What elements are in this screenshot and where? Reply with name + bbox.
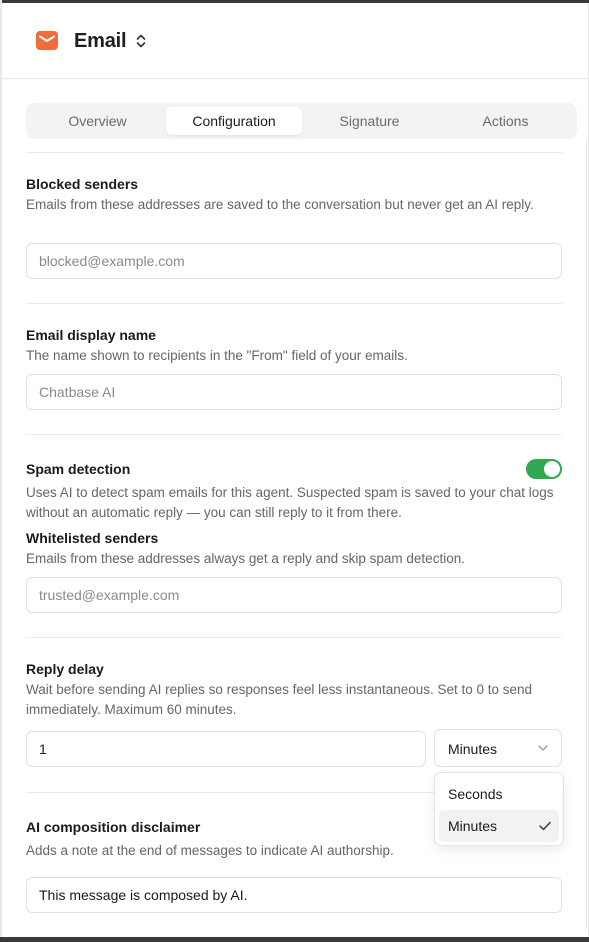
option-label: Minutes: [448, 818, 498, 834]
blocked-senders-description: Emails from these addresses are saved to…: [26, 197, 534, 212]
tab-signature[interactable]: Signature: [302, 107, 437, 135]
display-name-input[interactable]: [26, 374, 562, 410]
scroll-area-edge: [586, 139, 587, 929]
dropdown-option-seconds[interactable]: Seconds: [439, 778, 559, 810]
unit-dropdown-menu: Seconds Minutes: [434, 772, 564, 846]
left-border: [0, 0, 2, 942]
dropdown-option-minutes[interactable]: Minutes: [439, 810, 559, 842]
spam-detection-label: Spam detection: [26, 461, 131, 477]
display-name-label: Email display name: [26, 327, 156, 343]
whitelisted-senders-label: Whitelisted senders: [26, 530, 159, 546]
tab-configuration[interactable]: Configuration: [166, 107, 302, 135]
reply-delay-label: Reply delay: [26, 661, 104, 677]
tab-actions[interactable]: Actions: [438, 107, 573, 135]
tab-bar: Overview Configuration Signature Actions: [26, 103, 577, 139]
section-divider: [26, 152, 562, 153]
blocked-senders-label: Blocked senders: [26, 176, 139, 192]
chevron-down-icon: [538, 745, 548, 751]
section-divider: [26, 434, 562, 435]
window-bottom-edge: [0, 937, 589, 942]
select-value: Minutes: [448, 741, 498, 757]
section-divider: [26, 792, 434, 793]
channel-title: Email: [74, 30, 127, 52]
reply-delay-unit-select[interactable]: Minutes: [434, 729, 562, 767]
check-icon: [539, 821, 551, 831]
disclaimer-input[interactable]: [26, 877, 562, 913]
blocked-senders-input[interactable]: [26, 243, 562, 279]
disclaimer-description: Adds a note at the end of messages to in…: [26, 843, 394, 858]
reply-delay-input[interactable]: [26, 731, 426, 767]
spam-detection-toggle[interactable]: [526, 459, 562, 479]
mail-icon: [36, 31, 58, 50]
section-divider: [26, 303, 562, 304]
spam-detection-description: Uses AI to detect spam emails for this a…: [26, 485, 554, 520]
section-divider: [26, 637, 562, 638]
tab-overview[interactable]: Overview: [30, 107, 165, 135]
display-name-description: The name shown to recipients in the "Fro…: [26, 348, 408, 363]
toggle-knob: [544, 461, 560, 477]
reply-delay-description: Wait before sending AI replies so respon…: [26, 682, 533, 717]
chevron-up-down-icon[interactable]: [134, 31, 148, 51]
disclaimer-label: AI composition disclaimer: [26, 819, 201, 835]
whitelisted-senders-description: Emails from these addresses always get a…: [26, 551, 465, 566]
channel-header: Email: [2, 3, 588, 79]
whitelisted-senders-input[interactable]: [26, 577, 562, 613]
